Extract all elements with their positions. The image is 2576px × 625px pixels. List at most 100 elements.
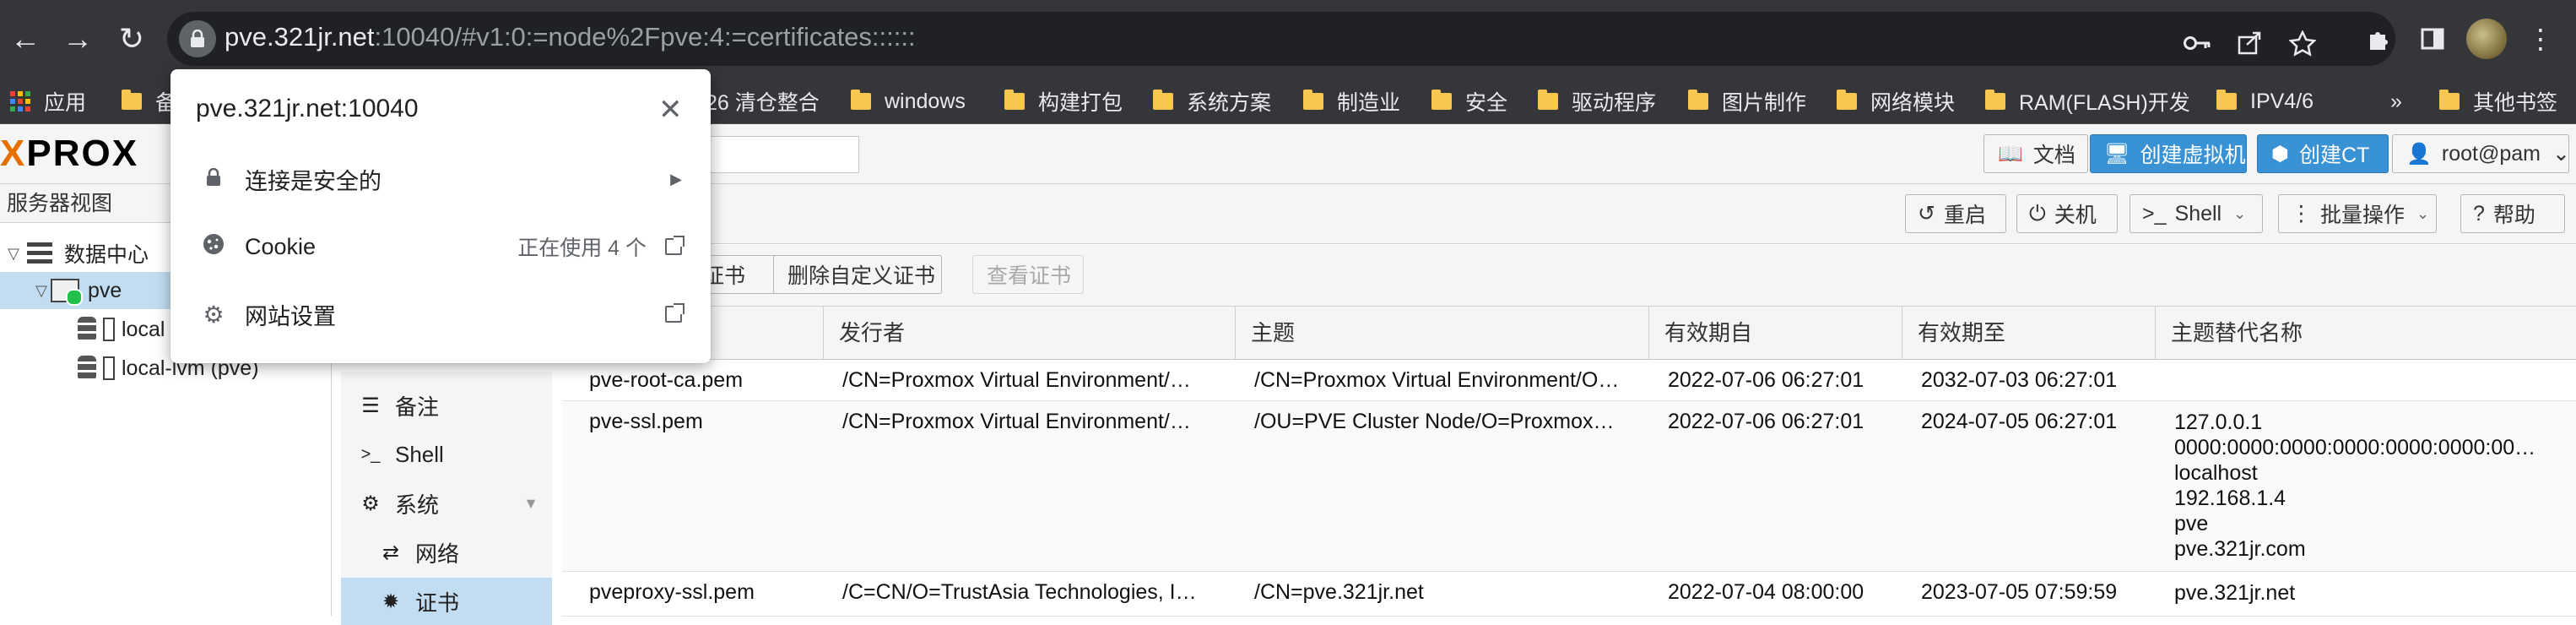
- certificate-icon: ✹: [382, 590, 400, 613]
- collapse-triangle-icon[interactable]: ▼: [523, 495, 538, 513]
- bookmark-folder[interactable]: 构建打包: [1004, 79, 1123, 123]
- folder-icon: [1837, 90, 1857, 110]
- gear-icon: ⚙: [203, 301, 225, 328]
- create-ct-button[interactable]: ⬢ 创建CT: [2257, 134, 2389, 173]
- url-text[interactable]: pve.321jr.net:10040/#v1:0:=node%2Fpve:4:…: [225, 22, 916, 52]
- table-row[interactable]: pveproxy-ssl.pem /C=CN/O=TrustAsia Techn…: [562, 572, 2576, 617]
- user-menu-button[interactable]: 👤 root@pam ⌄: [2392, 134, 2570, 173]
- reload-icon[interactable]: ↻: [106, 14, 157, 64]
- folder-icon: [1688, 90, 1708, 110]
- chevron-down-icon[interactable]: ⌄: [2233, 205, 2246, 223]
- side-panel-icon[interactable]: [2409, 15, 2456, 62]
- column-valid-to[interactable]: 有效期至: [1902, 307, 2156, 359]
- create-vm-button[interactable]: 🖥 创建虚拟机: [2090, 134, 2247, 173]
- collapse-arrow-icon[interactable]: ▽: [0, 282, 47, 300]
- extensions-puzzle-icon[interactable]: [2355, 15, 2402, 62]
- browser-toolbar: ← → ↻ pve.321jr.net:10040/#v1:0:=node%2F…: [0, 0, 2576, 79]
- bulk-actions-button[interactable]: ⋮ 批量操作 ⌄: [2278, 194, 2437, 233]
- terminal-icon: >_: [360, 444, 381, 464]
- cert-subject: /OU=PVE Cluster Node/O=Proxmox…: [1254, 410, 1615, 433]
- bookmark-other[interactable]: 其他书签: [2439, 79, 2557, 123]
- cookie-icon: [201, 232, 226, 262]
- san-entry: 192.168.1.4: [2174, 486, 2286, 510]
- exchange-icon: ⇄: [382, 541, 400, 564]
- reboot-icon: ↺: [1918, 202, 1935, 226]
- kebab-menu-icon[interactable]: ⋮: [2517, 15, 2564, 62]
- cookie-row[interactable]: Cookie 正在使用 4 个: [170, 213, 711, 280]
- cert-valid-from: 2022-07-06 06:27:01: [1668, 410, 1864, 433]
- column-valid-from[interactable]: 有效期自: [1649, 307, 1902, 359]
- nav-certificates[interactable]: ✹ 证书: [341, 578, 552, 625]
- chevron-down-icon: ⌄: [2552, 142, 2570, 166]
- shell-button[interactable]: >_ Shell ⌄: [2130, 194, 2263, 233]
- bookmark-folder[interactable]: 网络模块: [1837, 79, 1955, 123]
- site-settings-row[interactable]: ⚙ 网站设置: [170, 280, 711, 348]
- help-button[interactable]: ? 帮助: [2460, 194, 2565, 233]
- column-issuer[interactable]: 发行者: [824, 307, 1236, 359]
- cert-issuer: /C=CN/O=TrustAsia Technologies, I…: [842, 580, 1197, 604]
- node-online-icon: [51, 279, 83, 306]
- bookmarks-overflow-chevron[interactable]: »: [2390, 79, 2402, 123]
- table-row[interactable]: pve-root-ca.pem /CN=Proxmox Virtual Envi…: [562, 360, 2576, 401]
- san-entry: pve.321jr.com: [2174, 537, 2306, 561]
- folder-icon: [1153, 90, 1173, 110]
- nav-network[interactable]: ⇄ 网络: [341, 529, 552, 576]
- monitor-icon: 🖥: [2104, 142, 2130, 166]
- delete-custom-certificate-button[interactable]: 删除自定义证书: [773, 255, 942, 294]
- san-entry: 127.0.0.1: [2174, 410, 2263, 434]
- profile-avatar[interactable]: [2466, 19, 2507, 59]
- column-subject-alt-names[interactable]: 主题替代名称: [2156, 307, 2576, 359]
- cert-valid-to: 2023-07-05 07:59:59: [1921, 580, 2118, 604]
- shutdown-button[interactable]: ⏻ 关机: [2016, 194, 2118, 233]
- bookmark-folder[interactable]: 安全: [1431, 79, 1507, 123]
- folder-icon: [2439, 90, 2460, 110]
- bookmark-folder[interactable]: 26 清仓整合: [706, 79, 820, 123]
- san-entry: pve: [2174, 512, 2209, 535]
- cert-file: pve-root-ca.pem: [589, 368, 744, 392]
- cert-valid-from: 2022-07-04 08:00:00: [1668, 580, 1864, 604]
- site-info-popup: pve.321jr.net:10040 ✕ 连接是安全的 ▶ Cookie 正在…: [170, 69, 711, 363]
- collapse-arrow-icon[interactable]: ▽: [0, 245, 27, 263]
- terminal-icon: >_: [2142, 201, 2167, 226]
- nav-system[interactable]: ⚙ 系统 ▼: [341, 480, 552, 527]
- bookmark-folder[interactable]: RAM(FLASH)开发: [1985, 79, 2190, 123]
- bookmark-folder[interactable]: 制造业: [1303, 79, 1400, 123]
- gears-icon: ⚙: [361, 492, 380, 515]
- bookmark-apps[interactable]: 应用: [10, 79, 86, 123]
- cube-icon: ⬢: [2271, 142, 2289, 166]
- folder-icon: [851, 90, 871, 110]
- reboot-button[interactable]: ↺ 重启: [1905, 194, 2006, 233]
- connection-secure-row[interactable]: 连接是安全的 ▶: [170, 145, 711, 213]
- ellipsis-vertical-icon: ⋮: [2291, 202, 2312, 226]
- storage-status-icon: [103, 318, 115, 341]
- nav-shell[interactable]: >_ Shell: [341, 431, 552, 478]
- cert-subject-alt-names: 127.0.0.1 0000:0000:0000:0000:0000:0000:…: [2174, 410, 2562, 562]
- table-row[interactable]: pve-ssl.pem /CN=Proxmox Virtual Environm…: [562, 401, 2576, 572]
- power-icon: ⏻: [2029, 201, 2046, 226]
- forward-arrow-icon[interactable]: →: [52, 14, 103, 64]
- san-entry: 0000:0000:0000:0000:0000:0000:00…: [2174, 436, 2536, 459]
- close-icon[interactable]: ✕: [658, 93, 683, 127]
- bookmark-folder[interactable]: 系统方案: [1153, 79, 1271, 123]
- share-icon[interactable]: [2237, 30, 2262, 62]
- search-input[interactable]: [692, 136, 859, 173]
- storage-icon: [78, 317, 96, 342]
- address-bar[interactable]: pve.321jr.net:10040/#v1:0:=node%2Fpve:4:…: [167, 12, 2395, 66]
- bookmark-folder[interactable]: IPV4/6: [2216, 79, 2314, 123]
- bookmark-folder[interactable]: 备: [122, 79, 176, 123]
- docs-button[interactable]: 📖 文档: [1983, 134, 2088, 173]
- bookmark-folder[interactable]: windows: [851, 79, 966, 123]
- back-arrow-icon[interactable]: ←: [0, 14, 51, 64]
- bookmark-folder[interactable]: 图片制作: [1688, 79, 1806, 123]
- cert-grid-header: 发行者 主题 有效期自 有效期至 主题替代名称: [562, 307, 2576, 360]
- view-certificate-button[interactable]: 查看证书: [972, 255, 1084, 294]
- bookmark-folder[interactable]: 驱动程序: [1538, 79, 1656, 123]
- star-bookmark-icon[interactable]: [2288, 30, 2317, 64]
- datacenter-icon: [27, 242, 52, 264]
- lock-icon[interactable]: [179, 20, 216, 57]
- open-external-icon: [665, 236, 685, 255]
- nav-notes[interactable]: ☰ 备注: [341, 382, 552, 429]
- folder-icon: [1985, 90, 2005, 110]
- key-icon[interactable]: [2183, 30, 2211, 62]
- column-subject[interactable]: 主题: [1236, 307, 1649, 359]
